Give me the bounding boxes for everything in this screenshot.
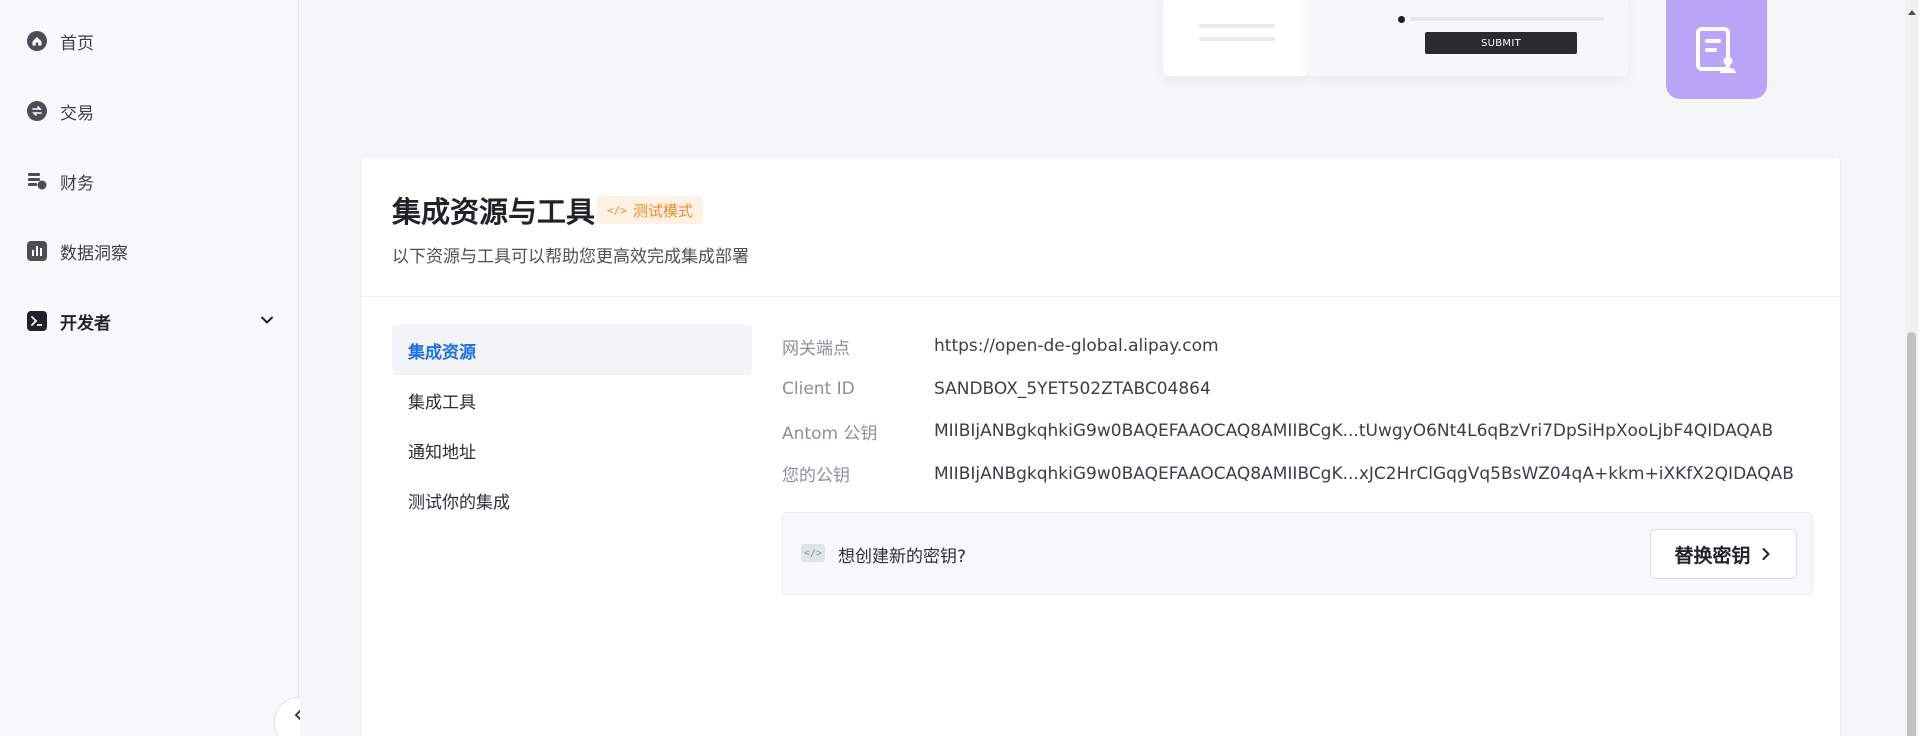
page-subtitle: 以下资源与工具可以帮助您更高效完成集成部署 bbox=[392, 247, 749, 267]
new-key-prompt: 想创建新的密钥? bbox=[838, 547, 967, 567]
badge-label: 测试模式 bbox=[632, 201, 693, 220]
menu-item-resources[interactable]: 集成资源 bbox=[392, 325, 752, 375]
detail-value[interactable]: SANDBOX_5YET502ZTABC04864 bbox=[934, 379, 1211, 399]
sidebar-item-label: 开发者 bbox=[60, 313, 111, 334]
home-icon bbox=[26, 30, 48, 52]
integration-card: 集成资源与工具 </> 测试模式 以下资源与工具可以帮助您更高效完成集成部署 集… bbox=[360, 156, 1841, 736]
sidebar-item-developer[interactable]: 开发者 bbox=[26, 303, 276, 339]
card-header: 集成资源与工具 </> 测试模式 以下资源与工具可以帮助您更高效完成集成部署 bbox=[361, 157, 1840, 297]
menu-item-notify-url[interactable]: 通知地址 bbox=[392, 425, 752, 475]
replace-key-button[interactable]: 替换密钥 bbox=[1650, 529, 1797, 579]
test-mode-badge: </> 测试模式 bbox=[597, 196, 703, 224]
illustration-document-icon bbox=[1666, 0, 1767, 99]
sidebar-item-home[interactable]: 首页 bbox=[26, 23, 276, 59]
sidebar-item-label: 首页 bbox=[60, 33, 94, 54]
detail-value[interactable]: MIIBIjANBgkqhkiG9w0BAQEFAAOCAQ8AMIIBCgK.… bbox=[934, 464, 1794, 484]
illustration-form: SUBMIT bbox=[1308, 0, 1628, 76]
replace-key-label: 替换密钥 bbox=[1674, 545, 1751, 567]
scrollbar-thumb[interactable] bbox=[1907, 332, 1916, 736]
illustration-dot bbox=[1398, 16, 1405, 23]
vertical-scrollbar[interactable] bbox=[1905, 0, 1919, 736]
detail-row-antom-public-key: Antom 公钥 MIIBIjANBgkqhkiG9w0BAQEFAAOCAQ8… bbox=[782, 410, 1813, 453]
illustration-submit: SUBMIT bbox=[1425, 32, 1577, 54]
detail-key: Client ID bbox=[782, 378, 855, 399]
sidebar-item-label: 交易 bbox=[60, 103, 94, 124]
chart-icon bbox=[26, 240, 48, 262]
code-icon: </> bbox=[607, 203, 627, 217]
detail-key: 网关端点 bbox=[782, 338, 850, 359]
illustration-bar bbox=[1410, 17, 1604, 21]
new-key-panel: </> 想创建新的密钥? 替换密钥 bbox=[782, 512, 1813, 595]
illustration-line bbox=[1199, 37, 1275, 41]
detail-row-gateway: 网关端点 https://open-de-global.alipay.com bbox=[782, 325, 1813, 368]
resource-menu: 集成资源 集成工具 通知地址 测试你的集成 bbox=[392, 325, 752, 525]
illustration-card bbox=[1163, 0, 1308, 76]
sidebar-item-label: 财务 bbox=[60, 173, 94, 194]
chevron-down-icon[interactable] bbox=[258, 311, 276, 333]
code-icon: </> bbox=[801, 544, 825, 562]
main-content: SUBMIT 集成资源与工具 </> 测试模式 以下资源与工具可以帮助您更高效完… bbox=[300, 0, 1905, 736]
app-root: 首页 交易 财务 数据洞察 开发者 SUBMIT 集成资源与工具 </> 测试模… bbox=[0, 0, 1919, 736]
page-title: 集成资源与工具 bbox=[392, 195, 596, 229]
sidebar-item-finance[interactable]: 财务 bbox=[26, 163, 276, 199]
title-row: 集成资源与工具 </> 测试模式 bbox=[392, 189, 703, 231]
detail-key: Antom 公钥 bbox=[782, 423, 878, 444]
sidebar-item-transactions[interactable]: 交易 bbox=[26, 93, 276, 129]
detail-value[interactable]: MIIBIjANBgkqhkiG9w0BAQEFAAOCAQ8AMIIBCgK.… bbox=[934, 421, 1773, 441]
sidebar: 首页 交易 财务 数据洞察 开发者 bbox=[0, 0, 324, 736]
scroll-up-icon[interactable] bbox=[1907, 2, 1917, 15]
illustration-line bbox=[1199, 24, 1275, 28]
sidebar-item-insights[interactable]: 数据洞察 bbox=[26, 233, 276, 269]
resource-details: 网关端点 https://open-de-global.alipay.com C… bbox=[782, 325, 1813, 495]
menu-item-tools[interactable]: 集成工具 bbox=[392, 375, 752, 425]
finance-icon bbox=[26, 170, 48, 192]
detail-row-your-public-key: 您的公钥 MIIBIjANBgkqhkiG9w0BAQEFAAOCAQ8AMII… bbox=[782, 453, 1813, 496]
detail-key: 您的公钥 bbox=[782, 466, 850, 487]
sidebar-item-label: 数据洞察 bbox=[60, 243, 128, 264]
detail-row-client-id: Client ID SANDBOX_5YET502ZTABC04864 bbox=[782, 368, 1813, 411]
exchange-icon bbox=[26, 100, 48, 122]
chevron-right-icon bbox=[1759, 547, 1773, 561]
detail-value[interactable]: https://open-de-global.alipay.com bbox=[934, 336, 1219, 356]
menu-item-test-integration[interactable]: 测试你的集成 bbox=[392, 475, 752, 525]
terminal-icon bbox=[26, 310, 48, 332]
